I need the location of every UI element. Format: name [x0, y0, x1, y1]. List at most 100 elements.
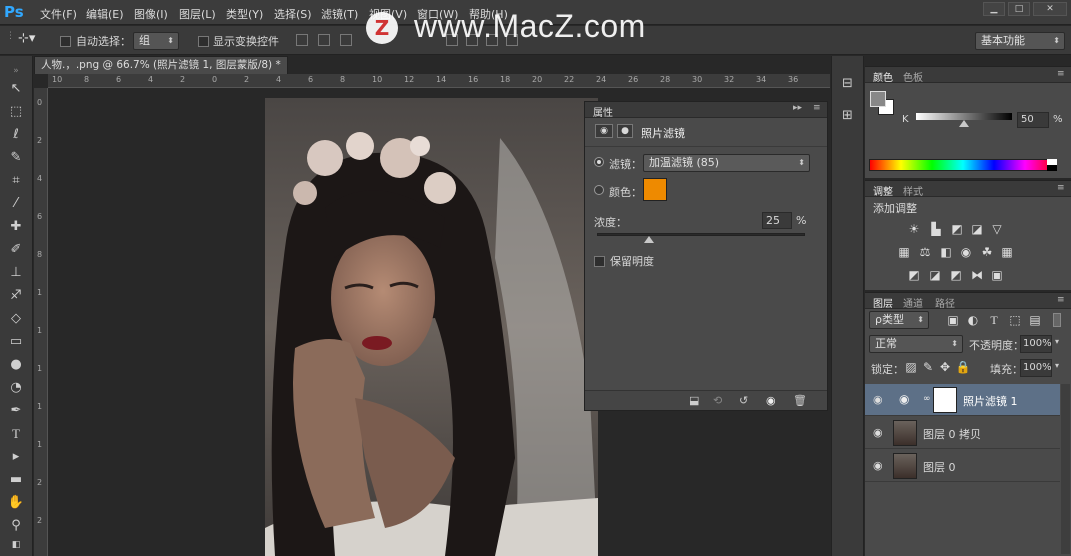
- menu-select[interactable]: 选择(S): [274, 6, 312, 22]
- layer-row[interactable]: ◉ ◉ ∞ 照片滤镜 1: [865, 384, 1060, 416]
- tab-swatches[interactable]: 色板: [903, 69, 923, 84]
- color-spectrum-bar[interactable]: [869, 159, 1057, 171]
- fill-input[interactable]: 100%: [1020, 359, 1052, 377]
- photo-filter-icon[interactable]: ◉: [595, 124, 613, 138]
- color-radio[interactable]: [594, 185, 604, 195]
- lock-transparent-icon[interactable]: ▨: [903, 360, 919, 374]
- collapse-panel-icon[interactable]: ▸▸: [793, 103, 802, 113]
- k-value-input[interactable]: 50: [1017, 112, 1049, 128]
- fill-dropdown-icon[interactable]: ▾: [1055, 361, 1059, 370]
- menu-edit[interactable]: 编辑(E): [86, 6, 124, 22]
- marquee-tool-icon[interactable]: ⬚: [6, 103, 26, 121]
- visibility-eye-icon[interactable]: ◉: [766, 394, 776, 407]
- trash-icon[interactable]: 🗑: [793, 394, 807, 407]
- view-previous-icon[interactable]: ⟲: [713, 394, 722, 407]
- tab-adjustments[interactable]: 调整: [873, 183, 893, 198]
- crop-tool-icon[interactable]: ⌗: [6, 172, 26, 190]
- chain-link-icon[interactable]: ∞: [923, 394, 931, 404]
- color-lookup-icon[interactable]: ▦: [999, 245, 1015, 259]
- shape-tool-icon[interactable]: ▬: [6, 471, 26, 489]
- k-slider-thumb[interactable]: [959, 120, 969, 127]
- menu-file[interactable]: 文件(F): [40, 6, 77, 22]
- tab-paths[interactable]: 路径: [935, 295, 955, 310]
- tab-layers[interactable]: 图层: [873, 295, 893, 310]
- workspace-dropdown[interactable]: 基本功能 ⬍: [975, 32, 1065, 50]
- align-bottom-icon[interactable]: [340, 34, 352, 46]
- eraser-tool-icon[interactable]: ◇: [6, 310, 26, 328]
- healing-brush-tool-icon[interactable]: ✚: [6, 218, 26, 236]
- blend-mode-dropdown[interactable]: 正常 ⬍: [869, 335, 963, 353]
- density-input[interactable]: 25: [762, 212, 792, 229]
- panel-menu-icon[interactable]: ≡: [1057, 183, 1065, 193]
- channel-mixer-icon[interactable]: ☘: [979, 245, 995, 259]
- tab-styles[interactable]: 样式: [903, 183, 923, 198]
- invert-icon[interactable]: ◩: [906, 268, 922, 282]
- hue-saturation-icon[interactable]: ▦: [896, 245, 912, 259]
- reset-icon[interactable]: ↺: [739, 394, 748, 407]
- filter-shape-icon[interactable]: ⬚: [1007, 313, 1023, 327]
- threshold-icon[interactable]: ◩: [948, 268, 964, 282]
- brightness-contrast-icon[interactable]: ☀: [906, 222, 922, 236]
- history-panel-icon[interactable]: ⊟: [842, 76, 853, 91]
- clone-stamp-tool-icon[interactable]: ⊥: [6, 264, 26, 282]
- lock-position-icon[interactable]: ✥: [937, 360, 953, 374]
- quick-select-tool-icon[interactable]: ✎: [6, 149, 26, 167]
- brush-tool-icon[interactable]: ✐: [6, 241, 26, 259]
- lock-all-icon[interactable]: 🔒: [955, 360, 971, 374]
- filter-toggle[interactable]: [1053, 313, 1061, 327]
- move-tool-preset-icon[interactable]: ⊹▾: [18, 31, 35, 46]
- blur-tool-icon[interactable]: ●: [6, 356, 26, 374]
- opacity-input[interactable]: 100%: [1020, 335, 1052, 353]
- eyedropper-tool-icon[interactable]: ⁄: [6, 195, 26, 213]
- color-swatches-icon[interactable]: ◧: [6, 536, 26, 554]
- menu-type[interactable]: 类型(Y): [226, 6, 263, 22]
- collapse-icon[interactable]: »: [6, 62, 26, 80]
- path-select-tool-icon[interactable]: ▸: [6, 448, 26, 466]
- minimize-icon[interactable]: ▁: [983, 2, 1005, 16]
- layer-row[interactable]: ◉ 图层 0 拷贝: [865, 417, 1060, 449]
- layers-scrollbar[interactable]: [1061, 384, 1070, 554]
- curves-icon[interactable]: ◩: [949, 222, 965, 236]
- maximize-icon[interactable]: □: [1008, 2, 1030, 16]
- density-slider-thumb[interactable]: [644, 236, 654, 243]
- layer-filter-dropdown[interactable]: ρ类型 ⬍: [869, 311, 929, 329]
- preserve-luminosity-checkbox[interactable]: [594, 254, 605, 267]
- filter-radio[interactable]: [594, 157, 604, 167]
- opacity-dropdown-icon[interactable]: ▾: [1055, 337, 1059, 346]
- ruler-vertical[interactable]: 0 2 4 6 8 1 1 1 1 1 2 2: [34, 88, 48, 556]
- visibility-eye-icon[interactable]: ◉: [873, 426, 883, 439]
- lock-pixels-icon[interactable]: ✎: [920, 360, 936, 374]
- filter-dropdown[interactable]: 加温滤镜 (85) ⬍: [643, 154, 810, 172]
- properties-panel-icon[interactable]: ⊞: [842, 108, 853, 123]
- type-tool-icon[interactable]: T: [6, 425, 26, 443]
- zoom-tool-icon[interactable]: ⚲: [6, 517, 26, 535]
- gradient-map-icon[interactable]: ⧓: [969, 268, 985, 282]
- layer-mask-thumbnail[interactable]: [933, 387, 957, 413]
- visibility-eye-icon[interactable]: ◉: [873, 459, 883, 472]
- auto-select-dropdown[interactable]: 组 ⬍: [133, 32, 179, 50]
- show-transform-checkbox[interactable]: [198, 34, 209, 47]
- auto-select-checkbox[interactable]: [60, 34, 71, 47]
- ruler-horizontal[interactable]: 10 8 6 4 2 0 2 4 6 8 10 12 14 16 18 20 22 24 26 28 30 32 34 36: [48, 74, 830, 88]
- menu-layer[interactable]: 图层(L): [179, 6, 216, 22]
- mask-icon[interactable]: ●: [617, 124, 633, 138]
- exposure-icon[interactable]: ◪: [969, 222, 985, 236]
- hand-tool-icon[interactable]: ✋: [6, 494, 26, 512]
- k-slider-track[interactable]: [916, 113, 1012, 120]
- lasso-tool-icon[interactable]: ℓ: [6, 126, 26, 144]
- filter-type-icon[interactable]: T: [986, 313, 1002, 327]
- align-top-icon[interactable]: [296, 34, 308, 46]
- filter-adjustment-icon[interactable]: ◐: [965, 313, 981, 327]
- pen-tool-icon[interactable]: ✒: [6, 402, 26, 420]
- filter-pixel-icon[interactable]: ▣: [945, 313, 961, 327]
- panel-menu-icon[interactable]: ≡: [1057, 295, 1065, 305]
- posterize-icon[interactable]: ◪: [927, 268, 943, 282]
- menu-image[interactable]: 图像(I): [134, 6, 168, 22]
- panel-menu-icon[interactable]: ≡: [813, 103, 821, 113]
- dodge-tool-icon[interactable]: ◔: [6, 379, 26, 397]
- layer-row[interactable]: ◉ 图层 0: [865, 450, 1060, 482]
- document-tab[interactable]: 人物.，.png @ 66.7% (照片滤镜 1, 图层蒙版/8) * ✕: [34, 56, 288, 74]
- selective-color-icon[interactable]: ▣: [989, 268, 1005, 282]
- align-vcenter-icon[interactable]: [318, 34, 330, 46]
- vibrance-icon[interactable]: ▽: [989, 222, 1005, 236]
